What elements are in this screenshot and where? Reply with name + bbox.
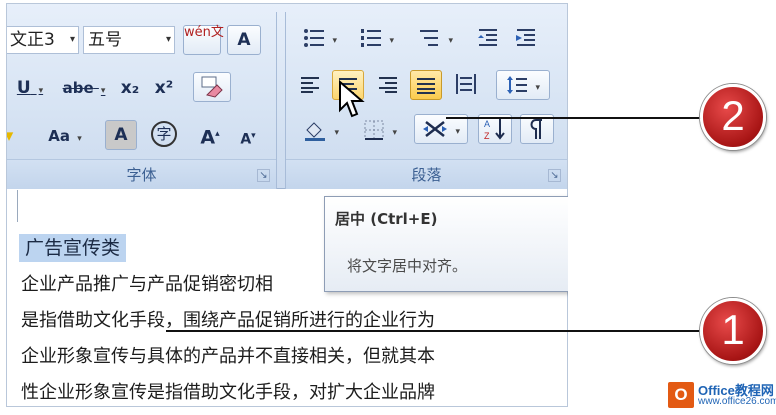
tooltip-title: 居中 (Ctrl+E) <box>335 210 438 228</box>
step-badge-2: 2 <box>700 84 766 150</box>
tooltip-clip: 居中 (Ctrl+E) 将文字居中对齐。 <box>0 0 568 410</box>
watermark: O Office教程网 www.office26.com <box>664 380 776 410</box>
callout-line-2 <box>446 117 702 119</box>
callout-line-1 <box>166 330 702 332</box>
office-logo-icon: O <box>668 382 694 408</box>
tooltip-description: 将文字居中对齐。 <box>347 257 468 275</box>
align-center-tooltip: 居中 (Ctrl+E) 将文字居中对齐。 <box>324 196 568 292</box>
watermark-url: www.office26.com <box>698 396 776 407</box>
step-badge-1: 1 <box>700 298 766 364</box>
mouse-pointer-icon <box>339 80 365 118</box>
